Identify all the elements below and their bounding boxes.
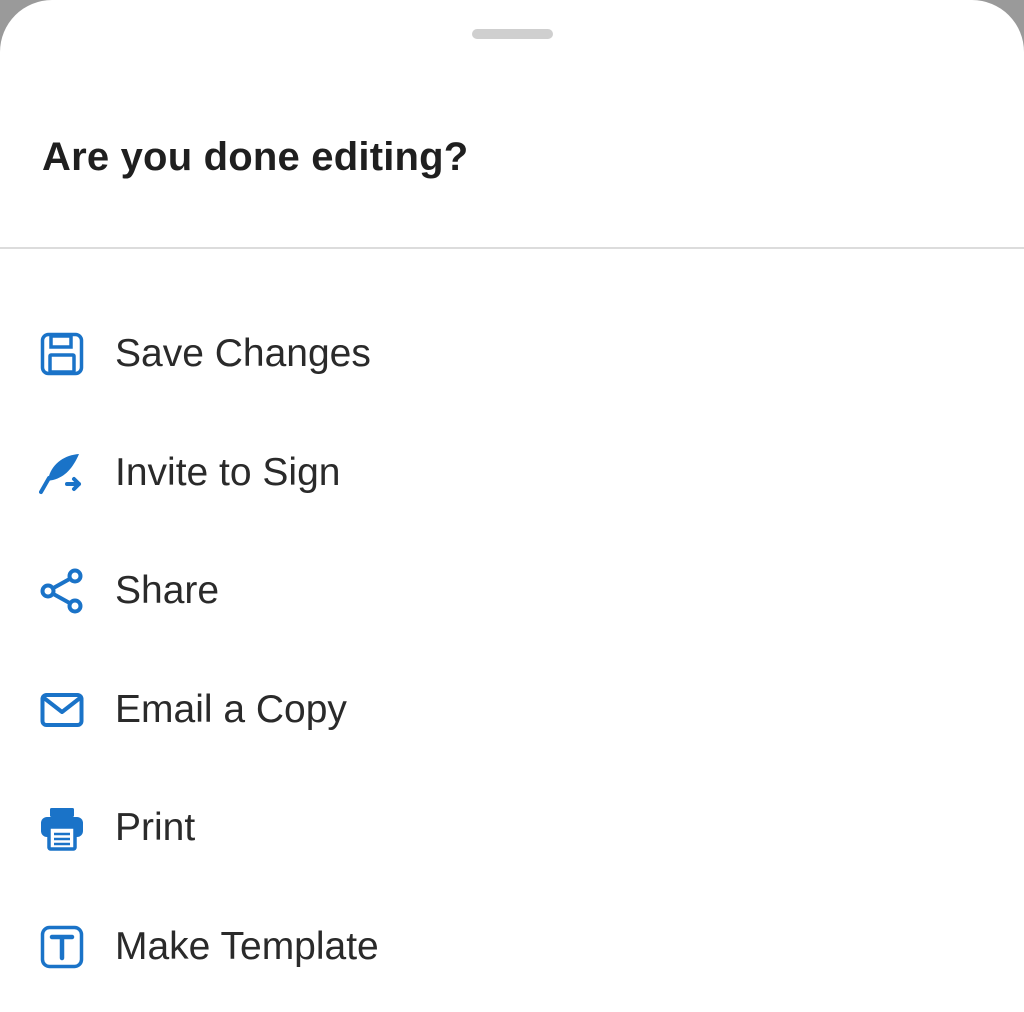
action-menu: Save Changes Invite to Sign Share Email … bbox=[0, 295, 1024, 1006]
menu-item-label: Make Template bbox=[115, 924, 379, 968]
feather-sign-icon bbox=[39, 450, 85, 496]
menu-item-label: Print bbox=[115, 806, 196, 850]
menu-item-make-template[interactable]: Make Template bbox=[0, 888, 1024, 1007]
divider bbox=[0, 247, 1024, 249]
email-icon bbox=[39, 687, 85, 733]
save-icon bbox=[39, 331, 85, 377]
menu-item-label: Invite to Sign bbox=[115, 450, 341, 494]
menu-item-email-a-copy[interactable]: Email a Copy bbox=[0, 651, 1024, 770]
menu-item-print[interactable]: Print bbox=[0, 769, 1024, 888]
menu-item-label: Save Changes bbox=[115, 332, 371, 376]
menu-item-label: Share bbox=[115, 569, 220, 613]
sheet-title: Are you done editing? bbox=[42, 135, 469, 179]
menu-item-invite-to-sign[interactable]: Invite to Sign bbox=[0, 414, 1024, 533]
bottom-sheet: Are you done editing? Save Changes Invit… bbox=[0, 0, 1024, 1012]
drag-handle[interactable] bbox=[472, 29, 553, 39]
menu-item-save-changes[interactable]: Save Changes bbox=[0, 295, 1024, 414]
template-icon bbox=[39, 924, 85, 970]
share-icon bbox=[39, 568, 85, 614]
menu-item-label: Email a Copy bbox=[115, 687, 347, 731]
print-icon bbox=[39, 805, 85, 851]
menu-item-share[interactable]: Share bbox=[0, 532, 1024, 651]
